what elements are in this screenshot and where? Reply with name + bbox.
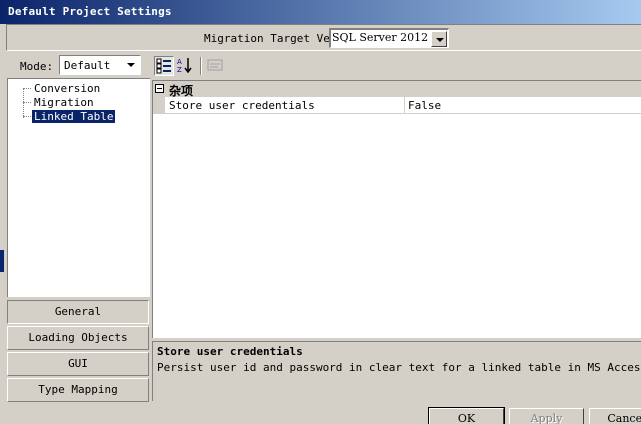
migration-target-select[interactable]: SQL Server 2012 [329, 28, 449, 48]
mode-value: Default [64, 59, 111, 72]
tree-connector [23, 102, 31, 103]
help-pane: Store user credentials Persist user id a… [152, 341, 641, 401]
column-divider[interactable] [404, 97, 405, 114]
title-bar: Default Project Settings [0, 0, 641, 24]
toolbar-separator [200, 57, 202, 75]
tree-connector [23, 88, 31, 89]
property-category: 杂项 [153, 81, 641, 98]
tree-connector [23, 88, 24, 118]
ok-button[interactable]: OK [428, 407, 505, 424]
chevron-down-icon[interactable] [431, 31, 447, 47]
tree-item-conversion[interactable]: Conversion [32, 82, 102, 95]
property-pages-icon [206, 56, 226, 76]
categorized-icon[interactable] [154, 56, 174, 76]
property-grid: 杂项 Store user credentials False [152, 80, 641, 338]
property-value[interactable]: False [408, 99, 441, 112]
mode-label: Mode: [20, 60, 54, 73]
migration-target-label: Migration Target Vers [204, 32, 344, 45]
tree-item-linked-table[interactable]: Linked Table [30, 109, 117, 124]
window-title: Default Project Settings [8, 5, 172, 18]
help-title: Store user credentials [157, 345, 303, 358]
property-row[interactable]: Store user credentials False [153, 97, 641, 114]
help-description: Persist user id and password in clear te… [157, 361, 641, 374]
tree-item-migration[interactable]: Migration [32, 96, 96, 109]
collapse-icon[interactable] [155, 84, 164, 93]
nav-general[interactable]: General [7, 300, 149, 324]
nav-loading-objects[interactable]: Loading Objects [7, 326, 149, 350]
tree-connector [23, 116, 31, 117]
migration-target-panel: Migration Target Vers SQL Server 2012 [6, 24, 641, 51]
apply-button[interactable]: Apply [509, 408, 584, 424]
property-grid-toolbar: A Z [152, 54, 641, 78]
svg-text:A: A [177, 58, 182, 66]
nav-gui[interactable]: GUI [7, 352, 149, 376]
settings-tree[interactable]: Conversion Migration Linked Table [7, 78, 150, 297]
mode-select[interactable]: Default [59, 55, 141, 75]
sort-alphabetical-icon[interactable]: A Z [176, 56, 196, 76]
background-window-edge [0, 250, 4, 272]
cancel-button[interactable]: Cancel [589, 408, 641, 424]
migration-target-value: SQL Server 2012 [332, 31, 429, 44]
svg-text:Z: Z [177, 66, 182, 74]
chevron-down-icon[interactable] [123, 57, 139, 73]
property-name: Store user credentials [169, 99, 315, 112]
nav-type-mapping[interactable]: Type Mapping [7, 378, 149, 402]
